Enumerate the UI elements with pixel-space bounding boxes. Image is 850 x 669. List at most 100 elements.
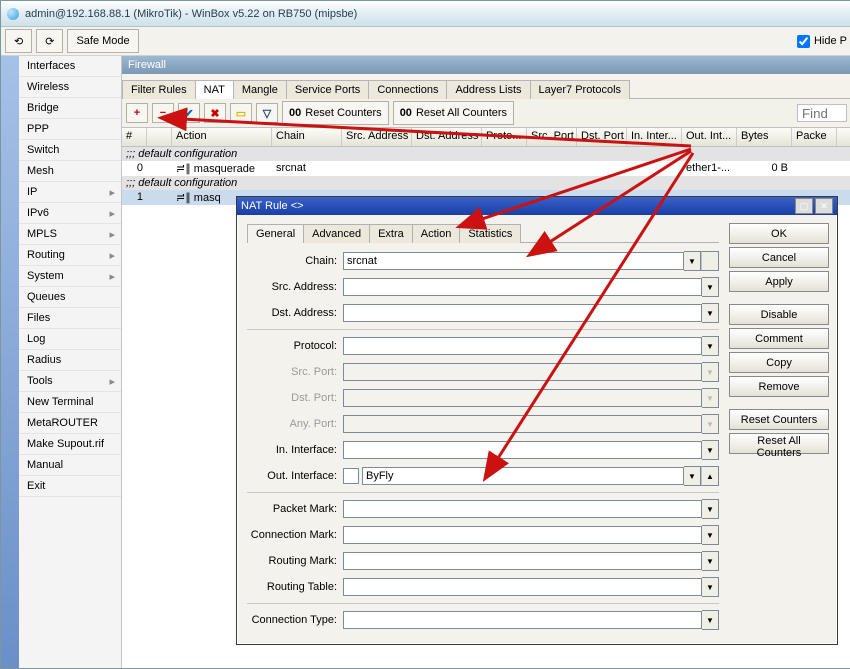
reset-counters-button[interactable]: Reset Counters	[729, 409, 829, 430]
find-input[interactable]	[797, 104, 847, 122]
sidebar-item-queues[interactable]: Queues	[19, 287, 121, 308]
sidebar-item-exit[interactable]: Exit	[19, 476, 121, 497]
disable-button[interactable]: ✖	[204, 103, 226, 123]
reset-all-counters-button[interactable]: Reset All Counters	[729, 433, 829, 454]
cancel-button[interactable]: Cancel	[729, 247, 829, 268]
sidebar-item-routing[interactable]: Routing	[19, 245, 121, 266]
expand-icon[interactable]: ▼	[702, 440, 719, 460]
remove-button[interactable]: Remove	[729, 376, 829, 397]
sidebar-item-bridge[interactable]: Bridge	[19, 98, 121, 119]
expand-icon[interactable]: ▲	[701, 466, 719, 486]
expand-icon[interactable]: ▼	[702, 577, 719, 597]
col-header[interactable]: Out. Int...	[682, 128, 737, 146]
invert-checkbox[interactable]	[343, 468, 359, 484]
expand-icon[interactable]	[701, 251, 719, 271]
field-input[interactable]	[343, 337, 702, 355]
tab-service-ports[interactable]: Service Ports	[286, 80, 369, 99]
add-button[interactable]: +	[126, 103, 148, 123]
sidebar-item-ipv6[interactable]: IPv6	[19, 203, 121, 224]
reset-all-counters-button[interactable]: 00Reset All Counters	[393, 101, 514, 125]
redo-button[interactable]: ⟳	[36, 29, 63, 53]
comment-button[interactable]: Comment	[729, 328, 829, 349]
expand-icon[interactable]: ▼	[702, 525, 719, 545]
expand-icon[interactable]: ▼	[702, 303, 719, 323]
field-label: Out. Interface:	[247, 470, 337, 482]
field-input[interactable]	[343, 611, 702, 629]
col-header[interactable]: Packe	[792, 128, 837, 146]
sidebar-item-ip[interactable]: IP	[19, 182, 121, 203]
dialog-tab-statistics[interactable]: Statistics	[459, 224, 521, 243]
tab-address-lists[interactable]: Address Lists	[446, 80, 530, 99]
field-input[interactable]	[343, 526, 702, 544]
filter-button[interactable]: ▽	[256, 103, 278, 123]
tab-filter-rules[interactable]: Filter Rules	[122, 80, 196, 99]
field-input[interactable]	[343, 252, 684, 270]
dialog-tab-advanced[interactable]: Advanced	[303, 224, 370, 243]
col-header[interactable]: Proto...	[482, 128, 527, 146]
sidebar-item-new-terminal[interactable]: New Terminal	[19, 392, 121, 413]
dialog-tab-general[interactable]: General	[247, 224, 304, 243]
remove-button[interactable]: −	[152, 103, 174, 123]
expand-icon[interactable]: ▼	[702, 551, 719, 571]
expand-icon[interactable]: ▼	[702, 277, 719, 297]
dialog-tab-extra[interactable]: Extra	[369, 224, 413, 243]
field-input[interactable]	[343, 578, 702, 596]
sidebar-item-manual[interactable]: Manual	[19, 455, 121, 476]
reset-counters-button[interactable]: 00Reset Counters	[282, 101, 389, 125]
col-header[interactable]: Dst. Address	[412, 128, 482, 146]
col-header[interactable]: #	[122, 128, 147, 146]
dialog-titlebar[interactable]: NAT Rule <> ▢ ✕	[237, 197, 837, 215]
dropdown-icon[interactable]: ▼	[684, 466, 701, 486]
sidebar-item-metarouter[interactable]: MetaROUTER	[19, 413, 121, 434]
sidebar-item-make-supout-rif[interactable]: Make Supout.rif	[19, 434, 121, 455]
col-header[interactable]	[147, 128, 172, 146]
enable-button[interactable]: ✔	[178, 103, 200, 123]
field-input[interactable]	[343, 304, 702, 322]
dialog-close-button[interactable]: ✕	[815, 198, 833, 214]
table-row[interactable]: 0≓∥ masqueradesrcnatether1-...0 B	[122, 161, 850, 176]
ok-button[interactable]: OK	[729, 223, 829, 244]
field-input[interactable]	[343, 441, 702, 459]
sidebar-item-tools[interactable]: Tools	[19, 371, 121, 392]
sidebar-item-interfaces[interactable]: Interfaces	[19, 56, 121, 77]
apply-button[interactable]: Apply	[729, 271, 829, 292]
safe-mode-button[interactable]: Safe Mode	[67, 29, 138, 53]
sidebar-item-wireless[interactable]: Wireless	[19, 77, 121, 98]
col-header[interactable]: Action	[172, 128, 272, 146]
expand-icon[interactable]: ▼	[702, 610, 719, 630]
dropdown-icon[interactable]: ▼	[684, 251, 701, 271]
col-header[interactable]: Chain	[272, 128, 342, 146]
field-input[interactable]	[343, 552, 702, 570]
sidebar-item-log[interactable]: Log	[19, 329, 121, 350]
sidebar-item-mpls[interactable]: MPLS	[19, 224, 121, 245]
col-header[interactable]: In. Inter...	[627, 128, 682, 146]
field-input[interactable]	[362, 467, 684, 485]
sidebar-item-system[interactable]: System	[19, 266, 121, 287]
disable-button[interactable]: Disable	[729, 304, 829, 325]
col-header[interactable]: Dst. Port	[577, 128, 627, 146]
sidebar-item-switch[interactable]: Switch	[19, 140, 121, 161]
col-header[interactable]: Src. Address	[342, 128, 412, 146]
col-header[interactable]: Src. Port	[527, 128, 577, 146]
hide-checkbox[interactable]	[797, 35, 810, 48]
sidebar-item-radius[interactable]: Radius	[19, 350, 121, 371]
expand-icon[interactable]: ▼	[702, 499, 719, 519]
dialog-min-button[interactable]: ▢	[795, 198, 813, 214]
copy-button[interactable]: Copy	[729, 352, 829, 373]
tab-layer7-protocols[interactable]: Layer7 Protocols	[530, 80, 631, 99]
hide-checkbox-wrap[interactable]: Hide P	[797, 35, 847, 48]
sidebar-item-ppp[interactable]: PPP	[19, 119, 121, 140]
col-header[interactable]: Bytes	[737, 128, 792, 146]
field-input[interactable]	[343, 500, 702, 518]
dialog-tab-action[interactable]: Action	[412, 224, 461, 243]
undo-icon: ⟲	[14, 35, 23, 48]
undo-button[interactable]: ⟲	[5, 29, 32, 53]
tab-nat[interactable]: NAT	[195, 80, 234, 99]
sidebar-item-files[interactable]: Files	[19, 308, 121, 329]
field-input[interactable]	[343, 278, 702, 296]
expand-icon[interactable]: ▼	[702, 336, 719, 356]
comment-button[interactable]: ▭	[230, 103, 252, 123]
tab-connections[interactable]: Connections	[368, 80, 447, 99]
sidebar-item-mesh[interactable]: Mesh	[19, 161, 121, 182]
tab-mangle[interactable]: Mangle	[233, 80, 287, 99]
